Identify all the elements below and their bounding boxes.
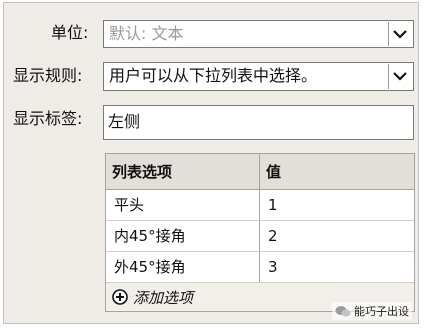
wechat-icon [335,305,351,317]
unit-dropdown-value: 默认: 文本 [109,24,184,43]
column-header-option[interactable]: 列表选项 [106,154,260,189]
table-row[interactable]: 外45°接角 3 [106,252,414,283]
chevron-down-icon [393,30,407,39]
add-option-label: 添加选项 [133,288,194,307]
table-row[interactable]: 平头 1 [106,190,414,221]
watermark: 能巧子出设 [332,302,412,320]
display-label-value: 左侧 [108,112,141,131]
value-cell[interactable]: 2 [260,221,414,251]
chevron-down-icon [393,72,407,81]
display-rule-dropdown-value: 用户可以从下拉列表中选择。 [109,66,318,85]
option-cell[interactable]: 平头 [106,190,260,220]
value-cell[interactable]: 3 [260,252,414,282]
option-cell[interactable]: 内45°接角 [106,221,260,251]
table-header: 列表选项 值 [106,154,414,190]
unit-dropdown-button[interactable] [388,22,412,46]
table-row[interactable]: 内45°接角 2 [106,221,414,252]
option-cell[interactable]: 外45°接角 [106,252,260,282]
plus-circle-icon [112,289,128,305]
display-rule-label: 显示规则: [13,66,83,85]
display-rule-dropdown-button[interactable] [388,64,412,89]
display-rule-dropdown[interactable]: 用户可以从下拉列表中选择。 [103,62,414,91]
value-cell[interactable]: 1 [260,190,414,220]
unit-dropdown[interactable]: 默认: 文本 [103,20,414,48]
display-label-label: 显示标签: [13,109,83,128]
watermark-text: 能巧子出设 [354,305,409,318]
display-label-field[interactable]: 左侧 [103,105,414,140]
properties-panel: 单位: 默认: 文本 显示规则: 用户可以从下拉列表中选择。 显示标签: 左侧 … [3,2,419,324]
options-table: 列表选项 值 平头 1 内45°接角 2 外45°接角 3 添加选项 [105,153,415,312]
unit-label: 单位: [51,23,89,42]
column-header-value[interactable]: 值 [260,154,414,189]
